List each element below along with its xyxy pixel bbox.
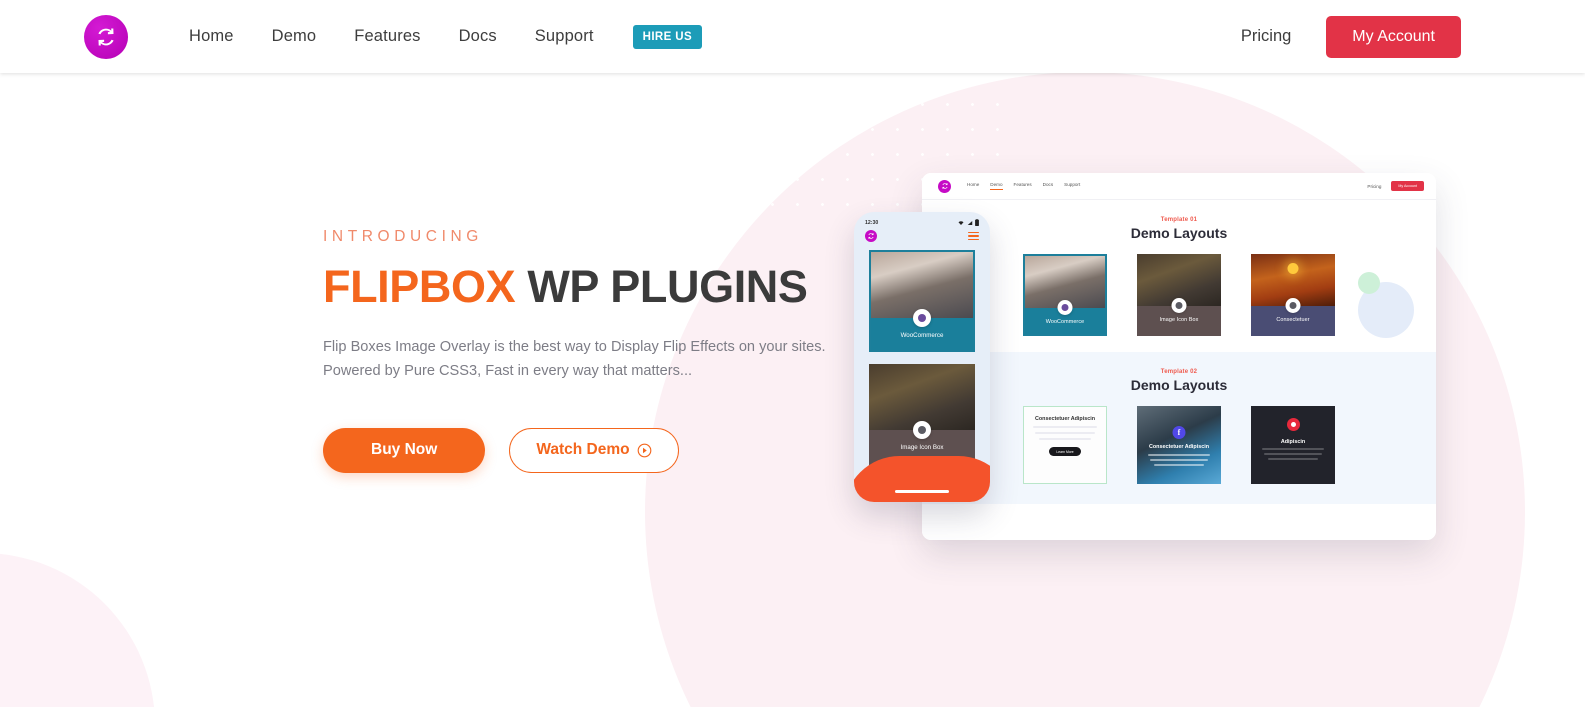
- browser-mockup-header-right: Pricing My Account: [1367, 181, 1424, 191]
- battery-icon: [975, 219, 979, 226]
- browser-nav-features: Features: [1013, 182, 1032, 188]
- hamburger-menu-icon[interactable]: [968, 231, 979, 241]
- template-02-cards: Consectetuer Adipiscin Learn More f Cons…: [922, 406, 1436, 484]
- watch-demo-button[interactable]: Watch Demo: [509, 427, 679, 473]
- text-line: [1154, 464, 1204, 466]
- card-icon-badge: [1057, 300, 1073, 315]
- browser-mockup-logo-icon: [938, 179, 951, 193]
- flipbox-card-woocommerce[interactable]: WooCommerce: [1023, 254, 1107, 336]
- template-02-heading: Demo Layouts: [1130, 377, 1228, 393]
- text-line: [1262, 448, 1324, 450]
- flipbox-card-dark[interactable]: Adipiscin: [1251, 406, 1335, 484]
- logo[interactable]: [84, 14, 128, 59]
- watch-demo-label: Watch Demo: [536, 441, 630, 459]
- card-title: Adipiscin: [1280, 439, 1306, 445]
- hero-subtitle: Flip Boxes Image Overlay is the best way…: [323, 336, 843, 383]
- card-icon-badge: [913, 421, 931, 439]
- play-circle-icon: [637, 443, 652, 458]
- browser-nav-demo: Demo: [990, 182, 1003, 190]
- phone-logo-icon: [865, 230, 877, 242]
- background-circle-bottom-left: [0, 553, 155, 707]
- page-title: FLIPBOX WP PLUGINS: [323, 263, 843, 310]
- browser-nav-support: Support: [1064, 182, 1081, 188]
- phone-home-indicator: [895, 489, 949, 493]
- template-01-section: Template 01 Demo Layouts WooCommerce Ima…: [922, 200, 1436, 336]
- phone-flipbox-card-image-icon-box[interactable]: Image Icon Box: [869, 364, 975, 466]
- my-account-button[interactable]: My Account: [1326, 15, 1461, 58]
- template-02-label: Template 02: [1160, 369, 1198, 375]
- text-line: [1264, 453, 1322, 455]
- text-line: [1150, 459, 1208, 461]
- browser-nav-pricing: Pricing: [1367, 183, 1382, 189]
- buy-now-button[interactable]: Buy Now: [323, 427, 486, 473]
- text-line: [1268, 458, 1318, 460]
- hire-us-button[interactable]: HIRE US: [632, 24, 703, 49]
- card-title: Consectetuer Adipiscin: [1034, 416, 1095, 422]
- nav-item-pricing[interactable]: Pricing: [1241, 27, 1291, 46]
- browser-nav-home: Home: [967, 182, 980, 188]
- phone-bottom-shape: [854, 456, 990, 502]
- template-01-label: Template 01: [1160, 217, 1198, 223]
- browser-nav-docs: Docs: [1042, 182, 1054, 188]
- phone-flipbox-card-woocommerce[interactable]: WooCommerce: [869, 250, 975, 352]
- nav-item-docs[interactable]: Docs: [440, 27, 516, 46]
- hero-subtitle-line-1: Flip Boxes Image Overlay is the best way…: [323, 339, 826, 356]
- hero-cta-group: Buy Now Watch Demo: [323, 427, 843, 473]
- browser-mockup-body: Template 01 Demo Layouts WooCommerce Ima…: [922, 200, 1436, 540]
- flipbox-card-facebook[interactable]: f Consectetuer Adipiscin: [1137, 406, 1221, 484]
- template-01-cards: WooCommerce Image Icon Box Consectetuer: [922, 254, 1436, 336]
- hero-visual: Home Demo Features Docs Support Pricing …: [840, 160, 1460, 540]
- phone-card-list: WooCommerce Image Icon Box: [854, 242, 990, 466]
- main-navigation: Home Demo Features Docs Support HIRE US: [170, 24, 703, 49]
- hero-eyebrow: INTRODUCING: [323, 228, 483, 245]
- browser-account-button: My Account: [1391, 181, 1424, 191]
- text-line: [1035, 432, 1095, 434]
- signal-icon: [967, 221, 972, 225]
- phone-status-bar: 12:30: [854, 212, 990, 226]
- flipbox-card-light[interactable]: Consectetuer Adipiscin Learn More: [1023, 406, 1107, 484]
- text-line: [1148, 454, 1210, 456]
- browser-mockup-header: Home Demo Features Docs Support Pricing …: [922, 173, 1436, 200]
- record-icon: [1286, 418, 1300, 431]
- phone-app-bar: [854, 226, 990, 242]
- page-root: Home Demo Features Docs Support HIRE US …: [0, 0, 1585, 707]
- hero-section: INTRODUCING FLIPBOX WP PLUGINS Flip Boxe…: [323, 228, 843, 473]
- site-header: Home Demo Features Docs Support HIRE US …: [0, 0, 1585, 73]
- hero-title-rest: WP PLUGINS: [515, 261, 808, 312]
- nav-item-home[interactable]: Home: [170, 27, 253, 46]
- nav-item-support[interactable]: Support: [516, 27, 613, 46]
- card-icon-badge: [913, 309, 931, 327]
- browser-mockup: Home Demo Features Docs Support Pricing …: [922, 173, 1436, 540]
- phone-status-icons: [958, 219, 979, 226]
- hero-subtitle-line-2: Powered by Pure CSS3, Fast in every way …: [323, 362, 693, 379]
- card-icon-badge: [1171, 298, 1187, 313]
- learn-more-button[interactable]: Learn More: [1049, 447, 1081, 456]
- lightbulb-icon: [1287, 263, 1299, 274]
- wifi-icon: [958, 221, 964, 225]
- template-01-heading: Demo Layouts: [1130, 225, 1228, 241]
- nav-item-features[interactable]: Features: [335, 27, 439, 46]
- flipbox-card-consectetuer[interactable]: Consectetuer: [1251, 254, 1335, 336]
- facebook-icon: f: [1172, 426, 1186, 439]
- text-line: [1033, 426, 1097, 428]
- card-title: Consectetuer Adipiscin: [1148, 444, 1209, 450]
- template-02-section: Template 02 Demo Layouts Consectetuer Ad…: [922, 352, 1436, 504]
- hero-title-accent: FLIPBOX: [323, 261, 516, 312]
- flipbox-card-image-icon-box[interactable]: Image Icon Box: [1137, 254, 1221, 336]
- text-line: [1039, 438, 1091, 440]
- phone-mockup: 12:30 WooCommerce Image Icon Box: [854, 212, 990, 502]
- phone-clock: 12:30: [865, 219, 879, 226]
- card-icon-badge: [1285, 298, 1301, 313]
- nav-item-demo[interactable]: Demo: [253, 27, 336, 46]
- browser-mockup-nav: Home Demo Features Docs Support: [967, 182, 1080, 190]
- flip-refresh-icon: [84, 14, 128, 59]
- header-right-actions: Pricing My Account: [1241, 15, 1461, 58]
